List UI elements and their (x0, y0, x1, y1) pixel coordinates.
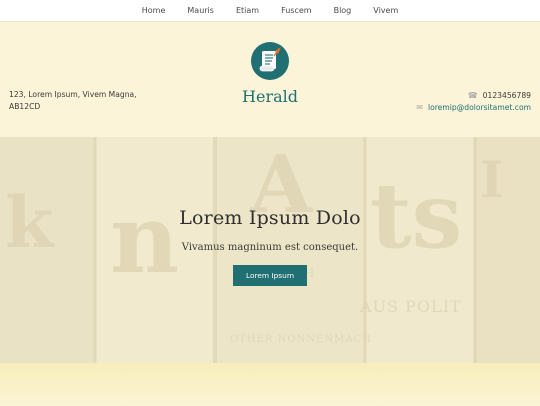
email-row: ✉ loremip@dolorsitamet.com (416, 102, 531, 114)
section-band (0, 363, 540, 406)
site-header: 123, Lorem Ipsum, Vivem Magna, AB12CD He… (0, 22, 540, 137)
phone-row: ☎ 0123456789 (416, 90, 531, 102)
nav-item-etiam[interactable]: Etiam (225, 0, 270, 21)
nav-item-blog[interactable]: Blog (323, 0, 363, 21)
phone-number[interactable]: 0123456789 (483, 90, 531, 102)
phone-icon: ☎ (467, 91, 478, 100)
hero-banner: k n A ts I DEUTSCH AUS POLIT OTHER NONNE… (0, 137, 540, 363)
envelope-icon: ✉ (416, 103, 423, 112)
email-link[interactable]: loremip@dolorsitamet.com (428, 102, 531, 114)
contact-block: ☎ 0123456789 ✉ loremip@dolorsitamet.com (416, 90, 531, 114)
nav-item-vivem[interactable]: Vivem (362, 0, 409, 21)
hero-cta-button[interactable]: Lorem Ipsum (232, 265, 308, 286)
hero-title: Lorem Ipsum Dolo (179, 207, 361, 229)
nav-item-home[interactable]: Home (131, 0, 177, 21)
hero-subtitle: Vivamus magninum est consequet. (181, 242, 359, 253)
nav-item-fuscem[interactable]: Fuscem (270, 0, 323, 21)
newspaper-scroll-icon[interactable] (251, 42, 289, 80)
nav-item-mauris[interactable]: Mauris (176, 0, 225, 21)
top-navigation: Home Mauris Etiam Fuscem Blog Vivem (0, 0, 540, 22)
hero-content: Lorem Ipsum Dolo Vivamus magninum est co… (0, 207, 540, 286)
